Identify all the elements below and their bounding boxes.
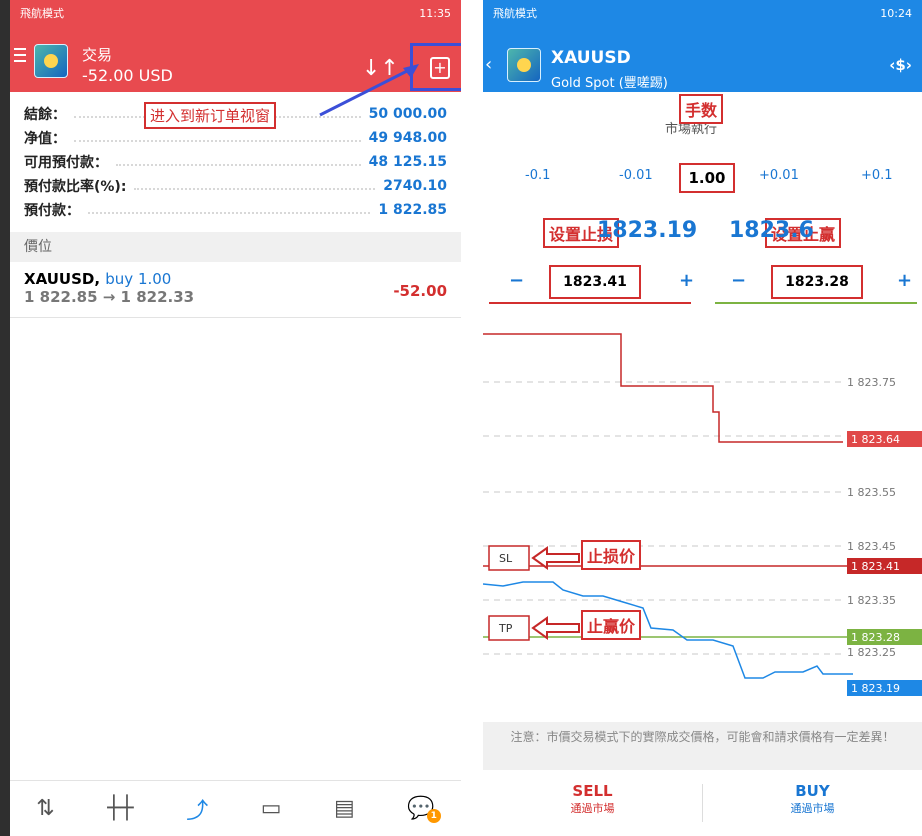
chat-badge: 1 — [426, 809, 441, 823]
chart-icon[interactable]: ┼┼ — [107, 796, 134, 821]
news-icon[interactable]: ▤ — [334, 796, 355, 821]
price-label-75: 1 823.75 — [847, 376, 896, 389]
account-row-equity: 净值： 49 948.00 — [24, 130, 447, 147]
sl-chart-label: SL — [499, 552, 513, 565]
right-phone-screen: 飛航模式 10:24 ‹ XAUUSD Gold Spot (豐嗟踢) ‹$› … — [483, 0, 922, 836]
profit-summary: -52.00 USD — [82, 66, 173, 85]
position-row[interactable]: XAUUSD, buy 1.00 1 822.85 → 1 822.33 -52… — [10, 262, 461, 318]
price-label-35: 1 823.35 — [847, 594, 896, 607]
buy-button[interactable]: BUY 通過市場 — [703, 770, 922, 836]
account-row-free-margin: 可用預付款： 48 125.15 — [24, 154, 447, 171]
tp-underline — [715, 302, 917, 304]
step-minus-0.01[interactable]: -0.01 — [619, 168, 653, 183]
status-bar: 飛航模式 11:35 — [10, 0, 461, 26]
price-label-25: 1 823.25 — [847, 646, 896, 659]
takeprofit-input[interactable]: 1823.28 — [771, 265, 863, 299]
back-icon[interactable]: ‹ — [485, 54, 492, 75]
position-symbol: XAUUSD, buy 1.00 — [24, 270, 172, 288]
price-label-sl: 1 823.41 — [851, 560, 900, 573]
step-plus-0.01[interactable]: +0.01 — [759, 168, 799, 183]
status-time: 11:35 — [419, 6, 451, 20]
order-header: ‹ XAUUSD Gold Spot (豐嗟踢) ‹$› — [483, 26, 922, 92]
status-left: 飛航模式 — [493, 7, 537, 20]
quotes-icon[interactable]: ⇅ — [36, 796, 54, 821]
account-row-margin-level: 預付款比率(%): 2740.10 — [24, 178, 447, 195]
sl-plus-button[interactable]: + — [679, 270, 694, 291]
tick-chart: 1 823.75 1 823.64 1 823.55 1 823.45 1 82… — [483, 333, 922, 696]
step-minus-0.1[interactable]: -0.1 — [525, 168, 550, 183]
volume-field[interactable]: 1.00 — [679, 163, 735, 193]
ask-price: 1823.6 — [729, 218, 814, 243]
chat-icon[interactable]: 💬 1 — [407, 796, 441, 823]
status-time: 10:24 — [880, 6, 912, 20]
position-profit: -52.00 — [393, 282, 447, 300]
price-label-64: 1 823.64 — [851, 433, 900, 446]
position-prices: 1 822.85 → 1 822.33 — [24, 288, 195, 306]
market-execution-notice: 注意：市價交易模式下的實際成交價格，可能會和請求價格有一定差異！ — [483, 722, 922, 770]
app-logo — [34, 44, 68, 78]
symbol-description: Gold Spot (豐嗟踢) — [551, 76, 668, 91]
callout-arrow — [319, 64, 419, 117]
symbol-name: XAUUSD — [551, 48, 631, 68]
price-label-bid: 1 823.19 — [851, 682, 900, 695]
trade-buttons: SELL 通過市場 BUY 通過市場 — [483, 770, 922, 836]
sl-minus-button[interactable]: − — [509, 270, 524, 291]
tp-plus-button[interactable]: + — [897, 270, 912, 291]
new-order-icon: + — [430, 57, 450, 79]
step-plus-0.1[interactable]: +0.1 — [861, 168, 893, 183]
exchange-icon[interactable]: ‹$› — [889, 56, 912, 74]
bottom-navigation: ⇅ ┼┼ ⤴ ▭ ▤ 💬 1 — [10, 780, 461, 836]
bid-price: 1823.19 — [597, 218, 698, 243]
status-bar: 飛航模式 10:24 — [483, 0, 922, 26]
status-left: 飛航模式 — [20, 7, 64, 20]
tp-minus-button[interactable]: − — [731, 270, 746, 291]
left-phone-screen: 飛航模式 11:35 交易 -52.00 USD ↓↑ + 結餘： 50 000.… — [0, 0, 461, 836]
price-label-tp: 1 823.28 — [851, 631, 900, 644]
tp-chart-label: TP — [498, 622, 513, 635]
account-row-margin: 預付款： 1 822.85 — [24, 202, 447, 219]
price-label-55: 1 823.55 — [847, 486, 896, 499]
positions-section-header: 價位 — [10, 232, 461, 262]
history-icon[interactable]: ▭ — [261, 796, 282, 821]
stoploss-price-annotation: 止损价 — [581, 540, 642, 570]
page-title: 交易 — [82, 46, 113, 64]
sl-underline — [489, 302, 691, 304]
menu-icon[interactable] — [14, 48, 26, 64]
volume-annotation: 手数 — [679, 94, 724, 124]
takeprofit-price-annotation: 止赢价 — [581, 610, 642, 640]
trade-icon[interactable]: ⤴ — [186, 793, 208, 825]
sell-button[interactable]: SELL 通過市場 — [483, 770, 702, 836]
symbol-logo — [507, 48, 541, 82]
price-label-45: 1 823.45 — [847, 540, 896, 553]
new-order-callout: 进入到新订单视窗 — [144, 102, 277, 129]
stoploss-input[interactable]: 1823.41 — [549, 265, 641, 299]
